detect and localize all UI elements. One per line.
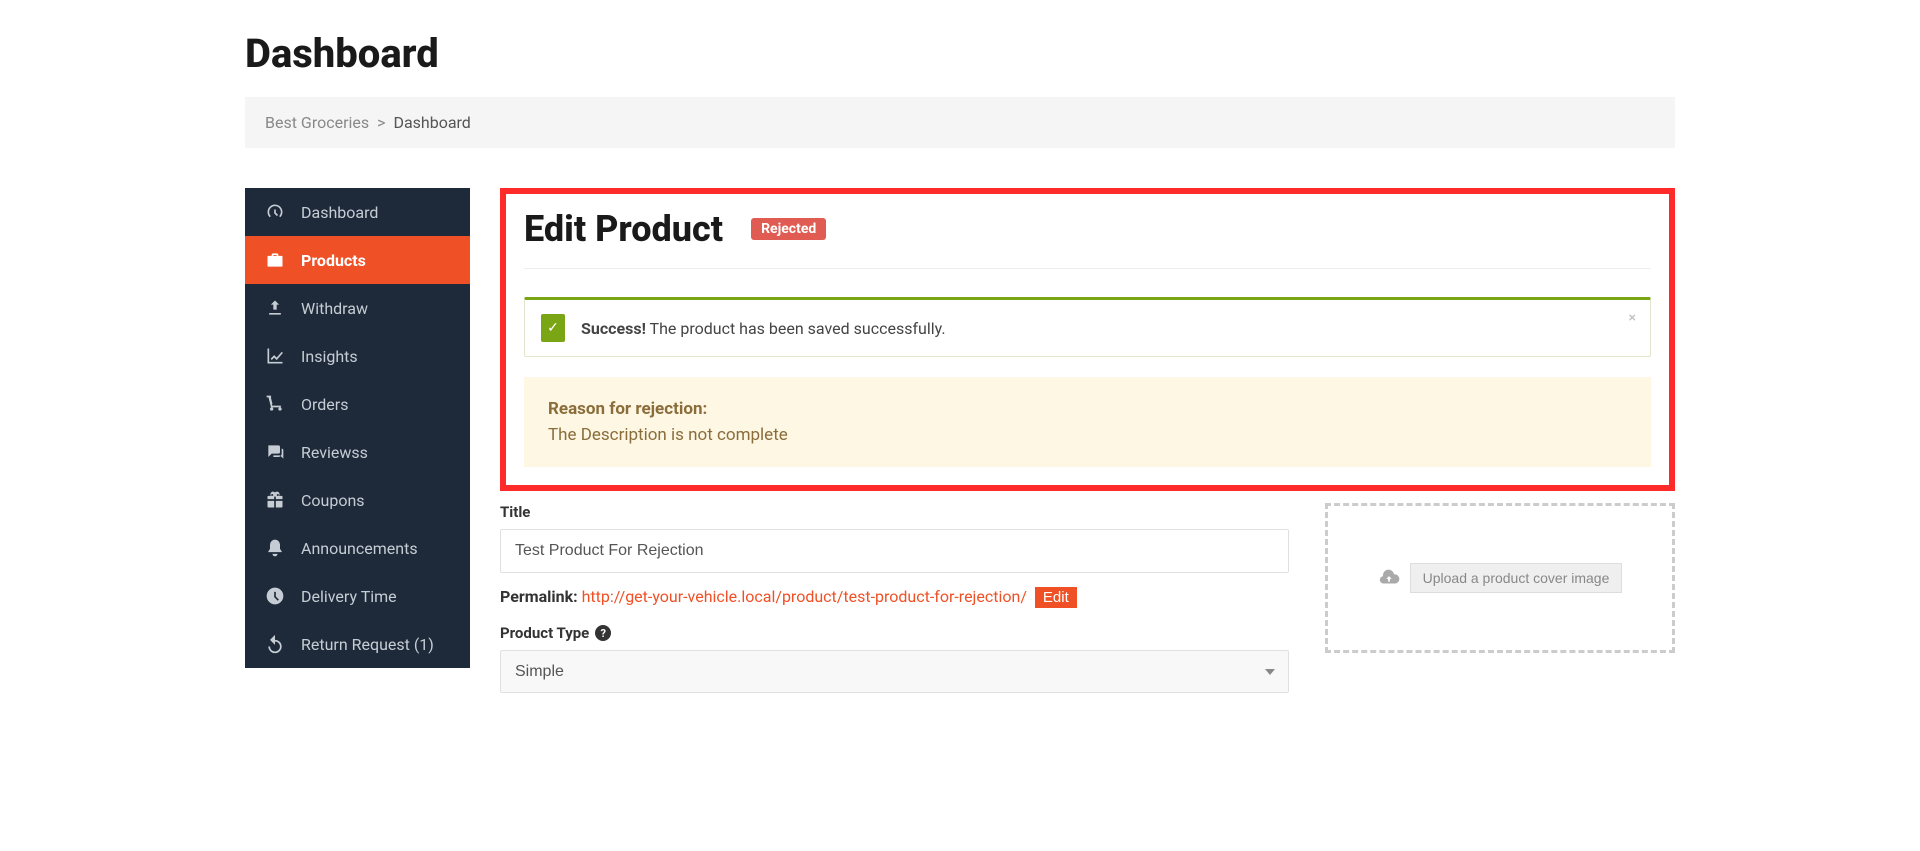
chart-line-icon [265, 346, 285, 366]
cloud-upload-icon [1378, 567, 1400, 589]
alert-success: ✓ Success! The product has been saved su… [524, 297, 1651, 357]
gauge-icon [265, 202, 285, 222]
help-icon[interactable]: ? [595, 625, 611, 641]
title-input[interactable] [500, 529, 1289, 573]
status-badge-rejected: Rejected [751, 218, 826, 240]
bell-icon [265, 538, 285, 558]
sidebar-item-return-request[interactable]: Return Request (1) [245, 620, 470, 668]
permalink-row: Permalink: http://get-your-vehicle.local… [500, 587, 1289, 608]
main-content: Edit Product Rejected ✓ Success! The pro… [500, 188, 1675, 693]
gift-icon [265, 490, 285, 510]
sidebar-item-label: Delivery Time [301, 587, 397, 606]
sidebar-item-delivery-time[interactable]: Delivery Time [245, 572, 470, 620]
cart-icon [265, 394, 285, 414]
sidebar-item-label: Insights [301, 347, 358, 366]
upload-cover-button[interactable]: Upload a product cover image [1410, 563, 1623, 593]
comments-icon [265, 442, 285, 462]
sidebar-item-label: Announcements [301, 539, 418, 558]
product-type-label: Product Type ? [500, 624, 1289, 642]
permalink-label: Permalink: [500, 587, 578, 606]
sidebar-item-label: Reviewss [301, 443, 368, 462]
briefcase-icon [265, 250, 285, 270]
permalink-edit-button[interactable]: Edit [1035, 587, 1077, 608]
sidebar-item-label: Products [301, 251, 366, 270]
product-form: Title Permalink: http://get-your-vehicle… [500, 503, 1675, 693]
clock-icon [265, 586, 285, 606]
sidebar: Dashboard Products Withdraw Insights Ord… [245, 188, 470, 668]
rejection-highlight-box: Edit Product Rejected ✓ Success! The pro… [500, 188, 1675, 491]
title-label: Title [500, 503, 1289, 521]
page-title: Dashboard [245, 30, 1675, 77]
check-icon: ✓ [541, 314, 565, 342]
breadcrumb-current: Dashboard [393, 113, 470, 132]
sidebar-item-label: Orders [301, 395, 348, 414]
permalink-url[interactable]: http://get-your-vehicle.local/product/te… [582, 587, 1027, 606]
alert-rejection-reason: Reason for rejection: The Description is… [524, 377, 1651, 467]
sidebar-item-withdraw[interactable]: Withdraw [245, 284, 470, 332]
close-icon[interactable]: × [1629, 310, 1636, 326]
sidebar-item-label: Dashboard [301, 203, 378, 222]
undo-icon [265, 634, 285, 654]
breadcrumb-store[interactable]: Best Groceries [265, 113, 369, 132]
rejection-reason-title: Reason for rejection: [548, 399, 1627, 419]
breadcrumb: Best Groceries > Dashboard [245, 97, 1675, 148]
upload-icon [265, 298, 285, 318]
sidebar-item-label: Return Request (1) [301, 635, 434, 654]
sidebar-item-label: Coupons [301, 491, 365, 510]
edit-product-header: Edit Product Rejected [524, 208, 1651, 269]
sidebar-item-coupons[interactable]: Coupons [245, 476, 470, 524]
edit-product-heading: Edit Product [524, 208, 723, 250]
rejection-reason-body: The Description is not complete [548, 425, 1627, 445]
sidebar-item-products[interactable]: Products [245, 236, 470, 284]
breadcrumb-separator: > [377, 113, 385, 132]
sidebar-item-announcements[interactable]: Announcements [245, 524, 470, 572]
sidebar-item-insights[interactable]: Insights [245, 332, 470, 380]
product-type-select[interactable]: Simple [500, 650, 1289, 693]
cover-image-upload[interactable]: Upload a product cover image [1325, 503, 1675, 653]
alert-success-text: Success! The product has been saved succ… [581, 319, 946, 338]
sidebar-item-reviews[interactable]: Reviewss [245, 428, 470, 476]
sidebar-item-orders[interactable]: Orders [245, 380, 470, 428]
sidebar-item-label: Withdraw [301, 299, 368, 318]
sidebar-item-dashboard[interactable]: Dashboard [245, 188, 470, 236]
